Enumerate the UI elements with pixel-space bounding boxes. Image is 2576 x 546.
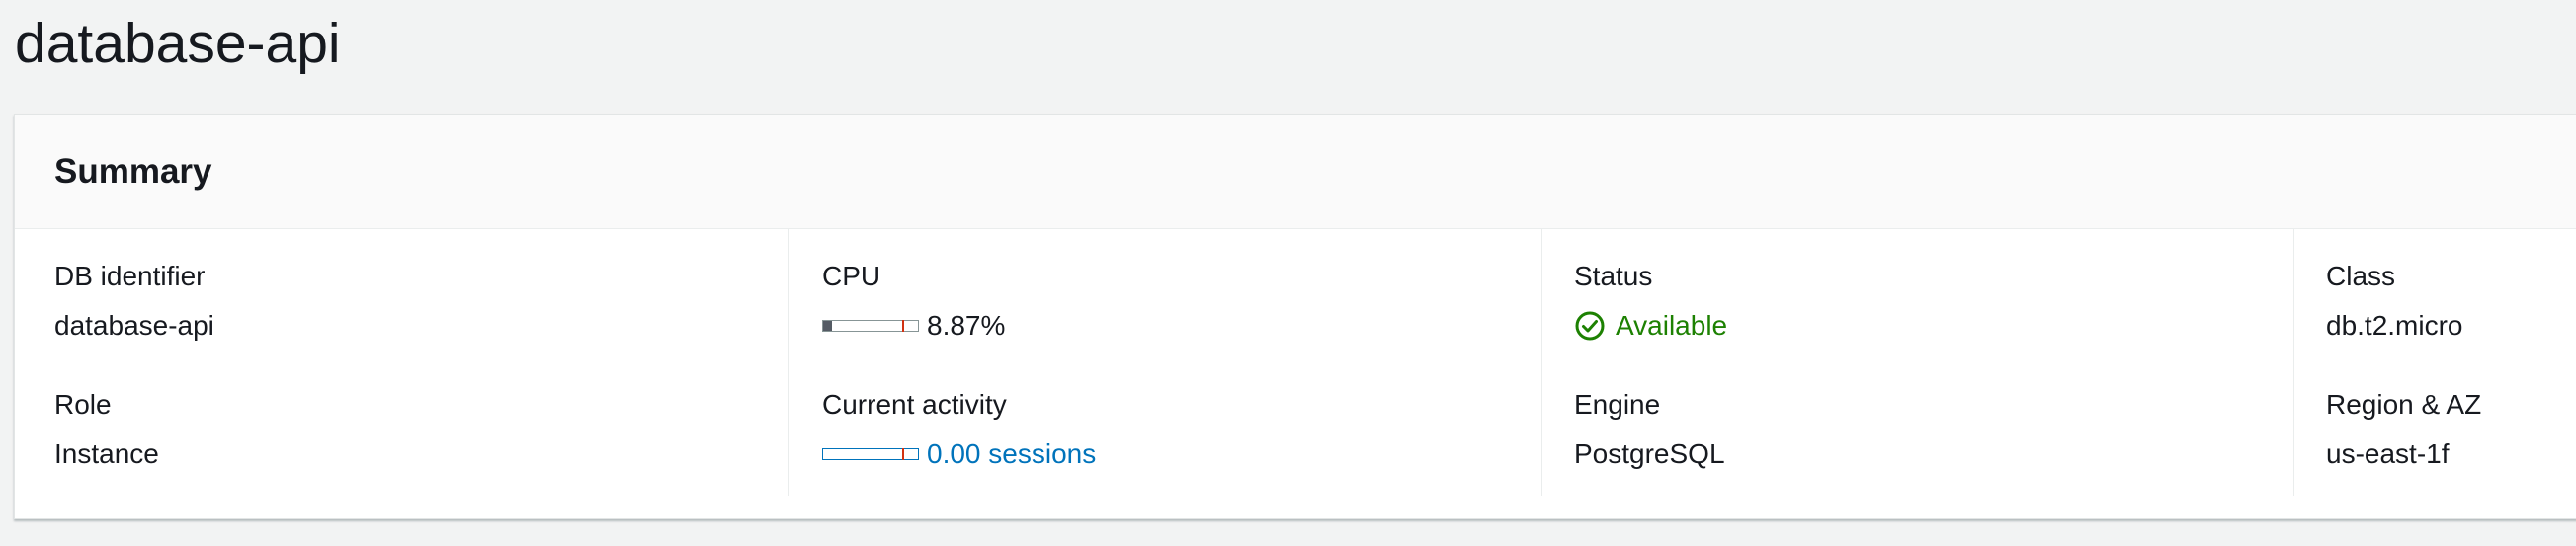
engine-value: PostgreSQL (1574, 438, 1725, 469)
cpu-meter-fill (823, 321, 832, 331)
cpu-value: 8.87% (822, 308, 1540, 344)
sessions-link[interactable]: 0.00 sessions (927, 436, 1096, 472)
region-label: Region & AZ (2326, 389, 2482, 420)
role-label: Role (54, 389, 112, 420)
activity-meter-threshold (902, 448, 904, 460)
cpu-percent: 8.87% (927, 310, 1006, 341)
summary-title: Summary (54, 152, 212, 191)
status-value: Available (1574, 308, 2307, 344)
current-activity-label: Current activity (822, 389, 1007, 420)
db-identifier-value: database-api (54, 310, 214, 341)
summary-columns: DB identifier database-api Role Instance… (15, 229, 2576, 517)
summary-header: Summary (15, 115, 2576, 229)
role-value: Instance (54, 438, 159, 469)
check-circle-icon (1575, 311, 1605, 341)
cpu-meter (822, 320, 919, 332)
page-title: database-api (15, 12, 341, 75)
status-label: Status (1574, 261, 1653, 291)
summary-column-2: CPU 8.87% Current activity 0.00 sessions (788, 229, 1540, 496)
engine-label: Engine (1574, 389, 1661, 420)
region-value: us-east-1f (2326, 438, 2450, 469)
summary-column-3: Status Available Engine PostgreSQL (1541, 229, 2307, 496)
class-label: Class (2326, 261, 2396, 291)
summary-panel: Summary DB identifier database-api Role … (14, 114, 2576, 519)
summary-column-4: Class db.t2.micro Region & AZ us-east-1f (2293, 229, 2576, 496)
summary-column-1: DB identifier database-api Role Instance (54, 229, 805, 496)
cpu-label: CPU (822, 261, 881, 291)
current-activity-value[interactable]: 0.00 sessions (822, 436, 1540, 472)
activity-meter (822, 448, 919, 460)
cpu-meter-threshold (902, 320, 904, 332)
class-value: db.t2.micro (2326, 310, 2463, 341)
db-identifier-label: DB identifier (54, 261, 206, 291)
status-text: Available (1616, 310, 1728, 341)
